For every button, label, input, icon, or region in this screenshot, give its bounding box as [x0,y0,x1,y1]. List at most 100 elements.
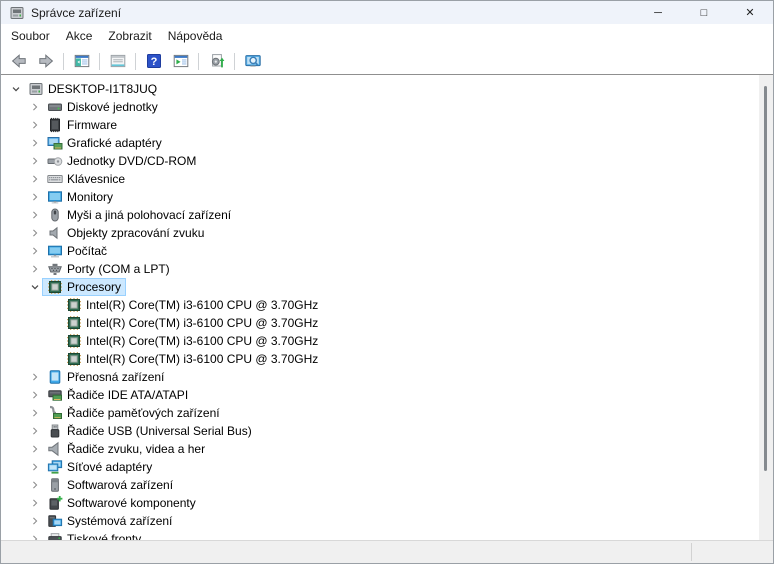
tree-item-body[interactable]: Počítač [42,242,112,260]
tree-item-body[interactable]: Intel(R) Core(TM) i3-6100 CPU @ 3.70GHz [61,314,323,332]
tree-item-body[interactable]: Jednotky DVD/CD-ROM [42,152,201,170]
chevron-right-icon[interactable] [28,368,42,386]
tree-item[interactable]: Síťové adaptéry [1,458,759,476]
tree-item-body[interactable]: Tiskové fronty [42,530,146,540]
tree-item-body[interactable]: Řadiče paměťových zařízení [42,404,225,422]
tree-item-body[interactable]: Intel(R) Core(TM) i3-6100 CPU @ 3.70GHz [61,296,323,314]
tree-item[interactable]: Intel(R) Core(TM) i3-6100 CPU @ 3.70GHz [1,296,759,314]
tree-item-body[interactable]: Myši a jiná polohovací zařízení [42,206,236,224]
tree-item-label: Intel(R) Core(TM) i3-6100 CPU @ 3.70GHz [86,350,318,368]
tree-item-body[interactable]: Procesory [42,278,126,296]
tree-item[interactable]: Řadiče IDE ATA/ATAPI [1,386,759,404]
tree-item-body[interactable]: Klávesnice [42,170,130,188]
show-action-pane-button[interactable] [168,50,193,72]
tree-item-body[interactable]: Objekty zpracování zvuku [42,224,209,242]
tree-item-body[interactable]: Systémová zařízení [42,512,177,530]
tree-item[interactable]: Softwarová zařízení [1,476,759,494]
tree-item-body[interactable]: Řadiče USB (Universal Serial Bus) [42,422,257,440]
chevron-none [47,350,61,368]
tree-item-body[interactable]: Intel(R) Core(TM) i3-6100 CPU @ 3.70GHz [61,350,323,368]
tree-item[interactable]: Monitory [1,188,759,206]
chevron-right-icon[interactable] [28,494,42,512]
tree-item[interactable]: Objekty zpracování zvuku [1,224,759,242]
chevron-right-icon[interactable] [28,170,42,188]
tree-item[interactable]: Firmware [1,116,759,134]
action-pane-icon [173,53,189,69]
chevron-right-icon[interactable] [28,224,42,242]
close-button[interactable]: ✕ [727,1,773,24]
tree-item[interactable]: Tiskové fronty [1,530,759,540]
tree-item[interactable]: Řadiče paměťových zařízení [1,404,759,422]
tree-item[interactable]: Počítač [1,242,759,260]
tree-item[interactable]: Grafické adaptéry [1,134,759,152]
maximize-button[interactable]: □ [681,1,727,24]
vertical-scrollbar-thumb[interactable] [764,86,767,471]
tree-item-body[interactable]: Síťové adaptéry [42,458,157,476]
menu-napoveda[interactable]: Nápověda [160,26,231,46]
chevron-right-icon[interactable] [28,98,42,116]
software-device-icon [47,477,63,493]
scan-hardware-changes-button[interactable] [204,50,229,72]
menu-akce[interactable]: Akce [58,26,101,46]
chevron-right-icon[interactable] [28,152,42,170]
tree-item[interactable]: Přenosná zařízení [1,368,759,386]
tree-item-body[interactable]: Diskové jednotky [42,98,163,116]
tree-item-body[interactable]: Firmware [42,116,122,134]
help-button[interactable]: ? [141,50,166,72]
tree-item-label: Řadiče zvuku, videa a her [67,440,205,458]
tree-item-body[interactable]: Grafické adaptéry [42,134,167,152]
tree-item[interactable]: Porty (COM a LPT) [1,260,759,278]
tree-item[interactable]: Systémová zařízení [1,512,759,530]
tree-item-body[interactable]: DESKTOP-I1T8JUQ [23,80,162,98]
tree-item-body[interactable]: Softwarové komponenty [42,494,201,512]
chevron-right-icon[interactable] [28,476,42,494]
window-controls: ─ □ ✕ [635,1,773,24]
tree-item[interactable]: Myši a jiná polohovací zařízení [1,206,759,224]
chevron-down-icon[interactable] [28,278,42,296]
chevron-right-icon[interactable] [28,260,42,278]
chevron-right-icon[interactable] [28,404,42,422]
tree-item-body[interactable]: Monitory [42,188,118,206]
chevron-right-icon[interactable] [28,458,42,476]
chevron-right-icon[interactable] [28,530,42,540]
tree-item-body[interactable]: Softwarová zařízení [42,476,178,494]
menu-soubor[interactable]: Soubor [3,26,58,46]
vertical-scrollbar-track[interactable] [759,75,773,540]
minimize-button[interactable]: ─ [635,1,681,24]
tree-item[interactable]: Řadiče USB (Universal Serial Bus) [1,422,759,440]
tree-item[interactable]: Intel(R) Core(TM) i3-6100 CPU @ 3.70GHz [1,332,759,350]
menu-zobrazit[interactable]: Zobrazit [100,26,159,46]
chevron-right-icon[interactable] [28,116,42,134]
forward-button[interactable] [33,50,58,72]
tree-item[interactable]: Diskové jednotky [1,98,759,116]
chevron-right-icon[interactable] [28,422,42,440]
chevron-right-icon[interactable] [28,512,42,530]
tree-item[interactable]: Softwarové komponenty [1,494,759,512]
chevron-right-icon[interactable] [28,134,42,152]
tree-item[interactable]: Řadiče zvuku, videa a her [1,440,759,458]
title-bar: Správce zařízení ─ □ ✕ [1,1,773,24]
chevron-right-icon[interactable] [28,242,42,260]
tree-item[interactable]: Klávesnice [1,170,759,188]
properties-button[interactable] [105,50,130,72]
chevron-right-icon[interactable] [28,440,42,458]
show-console-tree-button[interactable] [69,50,94,72]
tree-item[interactable]: DESKTOP-I1T8JUQ [1,80,759,98]
device-tree: DESKTOP-I1T8JUQDiskové jednotkyFirmwareG… [1,75,759,540]
tree-item[interactable]: Intel(R) Core(TM) i3-6100 CPU @ 3.70GHz [1,350,759,368]
tree-item[interactable]: Jednotky DVD/CD-ROM [1,152,759,170]
tree-item-body[interactable]: Přenosná zařízení [42,368,169,386]
tree-item-body[interactable]: Řadiče zvuku, videa a her [42,440,210,458]
chevron-right-icon[interactable] [28,386,42,404]
device-search-button[interactable] [240,50,265,72]
back-button[interactable] [6,50,31,72]
tree-item-body[interactable]: Porty (COM a LPT) [42,260,175,278]
chevron-right-icon[interactable] [28,188,42,206]
tree-item-body[interactable]: Intel(R) Core(TM) i3-6100 CPU @ 3.70GHz [61,332,323,350]
chevron-right-icon[interactable] [28,206,42,224]
tree-item-body[interactable]: Řadiče IDE ATA/ATAPI [42,386,193,404]
tree-item-label: Myši a jiná polohovací zařízení [67,206,231,224]
chevron-down-icon[interactable] [9,80,23,98]
tree-item[interactable]: Intel(R) Core(TM) i3-6100 CPU @ 3.70GHz [1,314,759,332]
tree-item[interactable]: Procesory [1,278,759,296]
